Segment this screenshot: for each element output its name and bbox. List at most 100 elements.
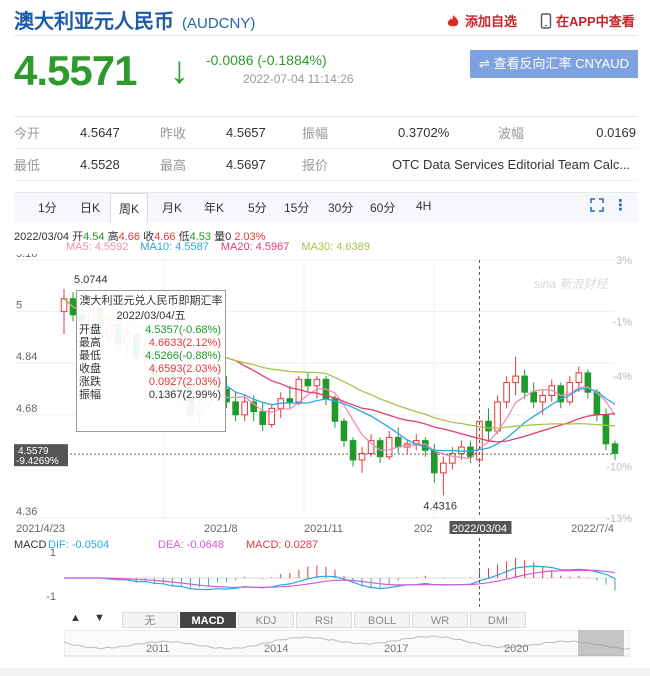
indicator-tab[interactable]: RSI	[296, 612, 352, 628]
wave-label: 波幅	[498, 126, 525, 141]
x-tick-label: 2021/11	[304, 523, 343, 534]
indicator-tab[interactable]: 无	[122, 612, 178, 628]
title-text: 澳大利亚元人民币	[14, 11, 174, 33]
macd-legend: MACD	[14, 539, 46, 551]
tab-period[interactable]: 60分	[370, 199, 395, 216]
open-value: 4.5647	[80, 125, 120, 140]
indicator-tab[interactable]: KDJ	[238, 612, 294, 628]
y-tick-label: 5.16	[16, 254, 37, 260]
ohlc-date: 2022/03/04	[14, 231, 70, 243]
max-price-label: 5.0744	[74, 274, 108, 286]
open-label: 今开	[14, 126, 41, 141]
candle-body	[394, 436, 402, 448]
tab-period[interactable]: 4H	[416, 199, 431, 213]
candle-body	[449, 453, 456, 464]
tab-period[interactable]: 日K	[80, 199, 100, 216]
tab-period[interactable]: 15分	[284, 199, 309, 216]
candle-body	[349, 440, 357, 461]
stats-table: 今开 4.5647 昨收 4.5657 振幅 0.3702% 波幅 0.0169…	[14, 116, 638, 181]
view-in-app-label: 在APP中查看	[556, 14, 635, 29]
range-navigator[interactable]: 2011 2014 2017 2020	[64, 630, 630, 660]
candle-body	[286, 398, 294, 403]
pct-tick-label: -1%	[612, 316, 632, 328]
candle-body	[440, 462, 447, 474]
tooltip-label: 涨跌	[79, 376, 101, 388]
macd-chart: MACD DIF: -0.0504 DEA: -0.0648 MACD: 0.0287…	[14, 538, 616, 610]
x-tick-label: 202	[414, 523, 432, 534]
tab-period[interactable]: 5分	[248, 199, 267, 216]
current-price: 4.5571	[14, 47, 137, 94]
pct-tick-label: -10%	[606, 461, 632, 473]
view-in-app-button[interactable]: 在APP中查看	[540, 11, 635, 30]
down-arrow-icon: ↓	[170, 50, 189, 92]
navigator-year-label: 2017	[384, 643, 408, 655]
candle-body	[340, 420, 348, 442]
quote-time: 2022-07-04 11:14:26	[243, 72, 354, 86]
tab-period[interactable]: 月K	[162, 199, 182, 216]
navigator-year-label: 2020	[504, 643, 528, 655]
scroll-down-icon[interactable]: ▼	[94, 612, 105, 624]
indicator-tab[interactable]: BOLL	[354, 612, 410, 628]
tooltip-title: 澳大利亚元兑人民币即期汇率	[79, 295, 223, 307]
candle-body	[313, 378, 321, 387]
period-tabs: ⋮ 1分 日K 周K 月K 年K 5分 15分 30分 60分 4H	[14, 192, 638, 223]
tab-period[interactable]: 周K	[110, 193, 149, 223]
candle-body	[512, 375, 519, 384]
x-tick-label: 2022/7/4	[571, 523, 614, 534]
prev-close-value: 4.5657	[226, 125, 266, 140]
tooltip-row: 涨跌 0.0927(2.03%)	[77, 376, 225, 389]
candle-body	[467, 446, 474, 458]
add-watchlist-label: 添加自选	[465, 14, 518, 29]
navigator-year-label: 2014	[264, 643, 288, 655]
wave-value: 0.0169	[596, 125, 636, 140]
tooltip-label: 最低	[79, 350, 101, 362]
candle-body	[539, 394, 547, 403]
tooltip-row: 收盘 4.6593(2.03%)	[77, 363, 225, 376]
navigator-selection	[578, 630, 624, 656]
phone-icon	[540, 12, 552, 29]
high-label: 最高	[160, 158, 187, 173]
low-value: 4.5528	[80, 157, 120, 172]
candle-body	[494, 401, 501, 432]
amplitude-value: 0.3702%	[398, 125, 450, 140]
high-value: 4.5697	[226, 157, 266, 172]
candle-body	[575, 372, 583, 384]
low-label: 最低	[14, 158, 41, 173]
x-tick-label: 2021/4/23	[16, 523, 65, 534]
tooltip-row: 开盘 4.5357(-0.68%)	[77, 324, 225, 337]
fullscreen-icon[interactable]	[590, 198, 604, 217]
scroll-left-icon[interactable]: ▲	[70, 612, 81, 624]
y-tick-label: 5	[16, 300, 22, 312]
tooltip-label: 开盘	[79, 324, 101, 336]
tab-period[interactable]: 30分	[328, 199, 353, 216]
symbol-code: (AUDCNY)	[182, 15, 256, 32]
candle-body	[530, 391, 537, 403]
candle-body	[485, 420, 492, 432]
candle-body	[611, 443, 619, 454]
ma30-legend: MA30: 4.6389	[301, 241, 370, 253]
tooltip-value: 0.1367(2.99%)	[148, 389, 221, 401]
candle-body	[431, 449, 438, 474]
pct-tick-label: 3%	[616, 255, 632, 267]
add-watchlist-button[interactable]: 添加自选	[445, 11, 517, 30]
ma10-legend: MA10: 4.5587	[140, 241, 209, 253]
cursor-date-label: 2022/03/04	[452, 523, 507, 534]
tooltip-value: 4.5266(-0.88%)	[145, 350, 221, 362]
page-title: 澳大利亚元人民币 (AUDCNY)	[14, 5, 255, 34]
ma-legend: MA5: 4.5592 MA10: 4.5587 MA20: 4.5967 MA30:…	[66, 241, 370, 253]
indicator-tab[interactable]: MACD	[180, 612, 236, 628]
more-options-icon[interactable]: ⋮	[613, 196, 628, 214]
data-tooltip: 澳大利亚元兑人民币即期汇率 2022/03/04/五 开盘 4.5357(-0.6…	[76, 290, 226, 432]
tab-period[interactable]: 年K	[204, 199, 224, 216]
reverse-rate-button[interactable]: ⇌ 查看反向汇率 CNYAUD	[470, 50, 638, 78]
prev-close-label: 昨收	[160, 126, 187, 141]
tooltip-row: 最高 4.6633(2.12%)	[77, 337, 225, 350]
header-divider	[14, 35, 638, 36]
price-change: -0.0086 (-0.1884%)	[206, 52, 327, 68]
indicator-tab[interactable]: DMI	[470, 612, 526, 628]
tooltip-value: 4.6593(2.03%)	[148, 363, 221, 375]
tooltip-label: 最高	[79, 337, 101, 349]
candle-body	[503, 382, 510, 403]
indicator-tab[interactable]: WR	[412, 612, 468, 628]
tab-period[interactable]: 1分	[38, 199, 57, 216]
